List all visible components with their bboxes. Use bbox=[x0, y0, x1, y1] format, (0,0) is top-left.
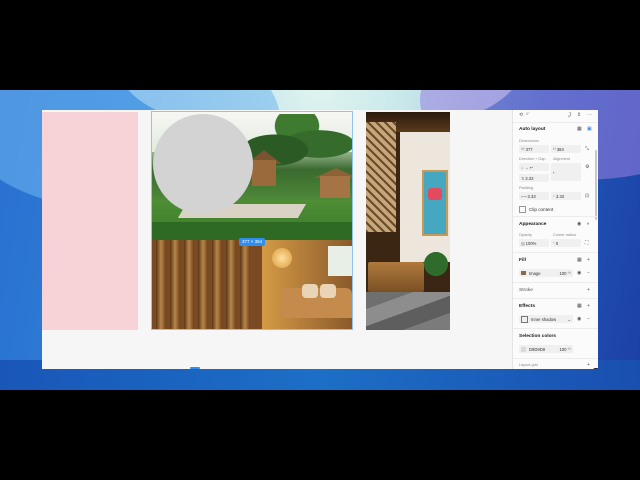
lattice-screen bbox=[366, 122, 396, 232]
chevron-down-icon[interactable]: ⌄ bbox=[567, 317, 571, 322]
flip-icon[interactable]: ⇕ bbox=[577, 112, 581, 118]
add-fill-icon[interactable]: + bbox=[587, 257, 590, 263]
add-grid-icon[interactable]: + bbox=[587, 362, 590, 368]
gap-field[interactable]: ⇅ 3.33 bbox=[519, 174, 549, 182]
dimensions-label: Dimensions bbox=[519, 139, 539, 143]
fill-row[interactable]: Image 100 % bbox=[519, 269, 573, 277]
effects-grid-icon[interactable]: ▦ bbox=[577, 303, 582, 309]
radius-value: 0 bbox=[555, 240, 559, 246]
eye-icon[interactable]: ◉ bbox=[577, 221, 581, 227]
fill-title: Fill bbox=[519, 258, 526, 263]
properties-panel: ⟲ 0° ⤸ ⇕ ⋯ Auto layout ▦ ▣ Dimensions W … bbox=[512, 110, 598, 369]
arrow-right-icon[interactable]: → bbox=[524, 165, 528, 170]
checkbox-icon[interactable] bbox=[519, 206, 526, 213]
divider bbox=[513, 282, 598, 283]
alignment-dot-icon[interactable]: ▪ bbox=[553, 170, 555, 175]
color-opacity: 100 bbox=[559, 346, 567, 352]
opacity-label: Opacity bbox=[519, 233, 532, 237]
clip-content-row[interactable]: Clip content bbox=[519, 206, 553, 213]
grid-icon[interactable]: ▦ bbox=[577, 126, 582, 132]
appearance-title: Appearance bbox=[519, 222, 547, 227]
more-icon[interactable]: ⋯ bbox=[587, 112, 592, 118]
alignment-label: Alignment bbox=[553, 157, 570, 161]
constraints-icon[interactable]: ⤸ bbox=[568, 112, 571, 118]
direction-buttons[interactable]: ↓ → ↩ bbox=[519, 163, 549, 171]
alignment-box[interactable]: ▪ bbox=[551, 163, 581, 181]
design-canvas[interactable]: 377 × 384 bbox=[42, 110, 512, 369]
canvas-scrollbar[interactable] bbox=[190, 367, 200, 369]
pink-frame[interactable] bbox=[42, 112, 138, 330]
divider bbox=[513, 216, 598, 217]
divider bbox=[513, 328, 598, 329]
design-app-window: 377 × 384 ⟲ 0° ⤸ ⇕ ⋯ Auto layout ▦ ▣ Dim… bbox=[42, 110, 598, 369]
divider bbox=[513, 252, 598, 253]
color-unit: % bbox=[567, 347, 571, 351]
auto-layout-title: Auto layout bbox=[519, 127, 546, 132]
bamboo-interior-image[interactable] bbox=[366, 112, 450, 330]
height-value: 384 bbox=[556, 146, 564, 152]
add-stroke-icon[interactable]: + bbox=[587, 287, 590, 293]
selection-size-badge: 377 × 384 bbox=[239, 238, 266, 246]
corner-options-icon[interactable]: ⛶ bbox=[585, 240, 589, 246]
v-padding-value: 3.33 bbox=[555, 193, 565, 199]
horizontal-padding-field[interactable]: ⟷ 3.33 bbox=[519, 192, 549, 200]
padding-label: Padding bbox=[519, 186, 533, 190]
fill-unit: % bbox=[567, 271, 571, 275]
rotation-icon[interactable]: ⟲ bbox=[519, 112, 523, 118]
height-field[interactable]: H 384 bbox=[551, 145, 581, 153]
selected-frame-outline[interactable] bbox=[151, 111, 353, 330]
effect-row[interactable]: Inner shadow ⌄ bbox=[519, 315, 573, 323]
vertical-padding-field[interactable]: ↕ 3.33 bbox=[551, 192, 581, 200]
fill-visibility-icon[interactable]: ◉ bbox=[577, 270, 581, 276]
corner-radius-field[interactable]: ⌜ 0 bbox=[551, 239, 581, 247]
fill-opacity: 100 bbox=[559, 270, 567, 276]
clip-content-label: Clip content bbox=[529, 207, 554, 212]
wall-poster bbox=[422, 170, 448, 236]
corner-radius-label: Corner radius bbox=[553, 233, 577, 237]
blend-mode-icon[interactable]: ◐ bbox=[587, 221, 590, 227]
fill-type: Image bbox=[529, 270, 541, 276]
stroke-title: Stroke bbox=[519, 288, 533, 293]
h-padding-value: 3.33 bbox=[527, 193, 536, 199]
fill-grid-icon[interactable]: ▦ bbox=[577, 257, 582, 263]
divider bbox=[513, 298, 598, 299]
avatar[interactable] bbox=[591, 368, 598, 369]
effects-title: Effects bbox=[519, 304, 535, 309]
opacity-field[interactable]: ▨ 100% bbox=[519, 239, 549, 247]
padding-options-icon[interactable]: ⊡ bbox=[585, 193, 589, 199]
image-fill-icon bbox=[521, 271, 526, 275]
arrow-down-icon[interactable]: ↓ bbox=[521, 165, 523, 170]
divider bbox=[513, 122, 598, 123]
selection-color-row[interactable]: D9D9D9 100 % bbox=[519, 345, 573, 353]
auto-layout-icon[interactable]: ▣ bbox=[587, 126, 592, 132]
stone-floor bbox=[366, 292, 450, 330]
width-field[interactable]: W 377 bbox=[519, 145, 549, 153]
poster-figure bbox=[428, 188, 442, 200]
wrap-icon[interactable]: ↩ bbox=[530, 165, 534, 170]
remove-effect-icon[interactable]: − bbox=[587, 316, 590, 322]
color-swatch[interactable] bbox=[521, 346, 526, 352]
effect-type: Inner shadow bbox=[531, 316, 557, 322]
bamboo-bench bbox=[368, 262, 424, 292]
direction-gap-label: Direction + Gap bbox=[519, 157, 546, 161]
effect-visibility-icon[interactable]: ◉ bbox=[577, 316, 581, 322]
resize-icon[interactable]: ⤡ bbox=[585, 146, 589, 152]
opacity-value: 100% bbox=[525, 240, 537, 246]
divider bbox=[513, 358, 598, 359]
plant bbox=[424, 252, 448, 282]
gap-value: 3.33 bbox=[525, 175, 534, 181]
layout-settings-icon[interactable]: ⚙ bbox=[585, 164, 589, 170]
remove-fill-icon[interactable]: − bbox=[587, 270, 590, 276]
rotation-value[interactable]: 0° bbox=[526, 112, 530, 116]
color-hex: D9D9D9 bbox=[529, 346, 546, 352]
layout-grid-title: Layout grid bbox=[519, 363, 538, 367]
panel-scrollbar[interactable] bbox=[595, 150, 597, 220]
selection-colors-title: Selection colors bbox=[519, 334, 557, 339]
width-value: 377 bbox=[525, 146, 533, 152]
effect-icon[interactable] bbox=[521, 315, 528, 323]
add-effect-icon[interactable]: + bbox=[587, 303, 590, 309]
